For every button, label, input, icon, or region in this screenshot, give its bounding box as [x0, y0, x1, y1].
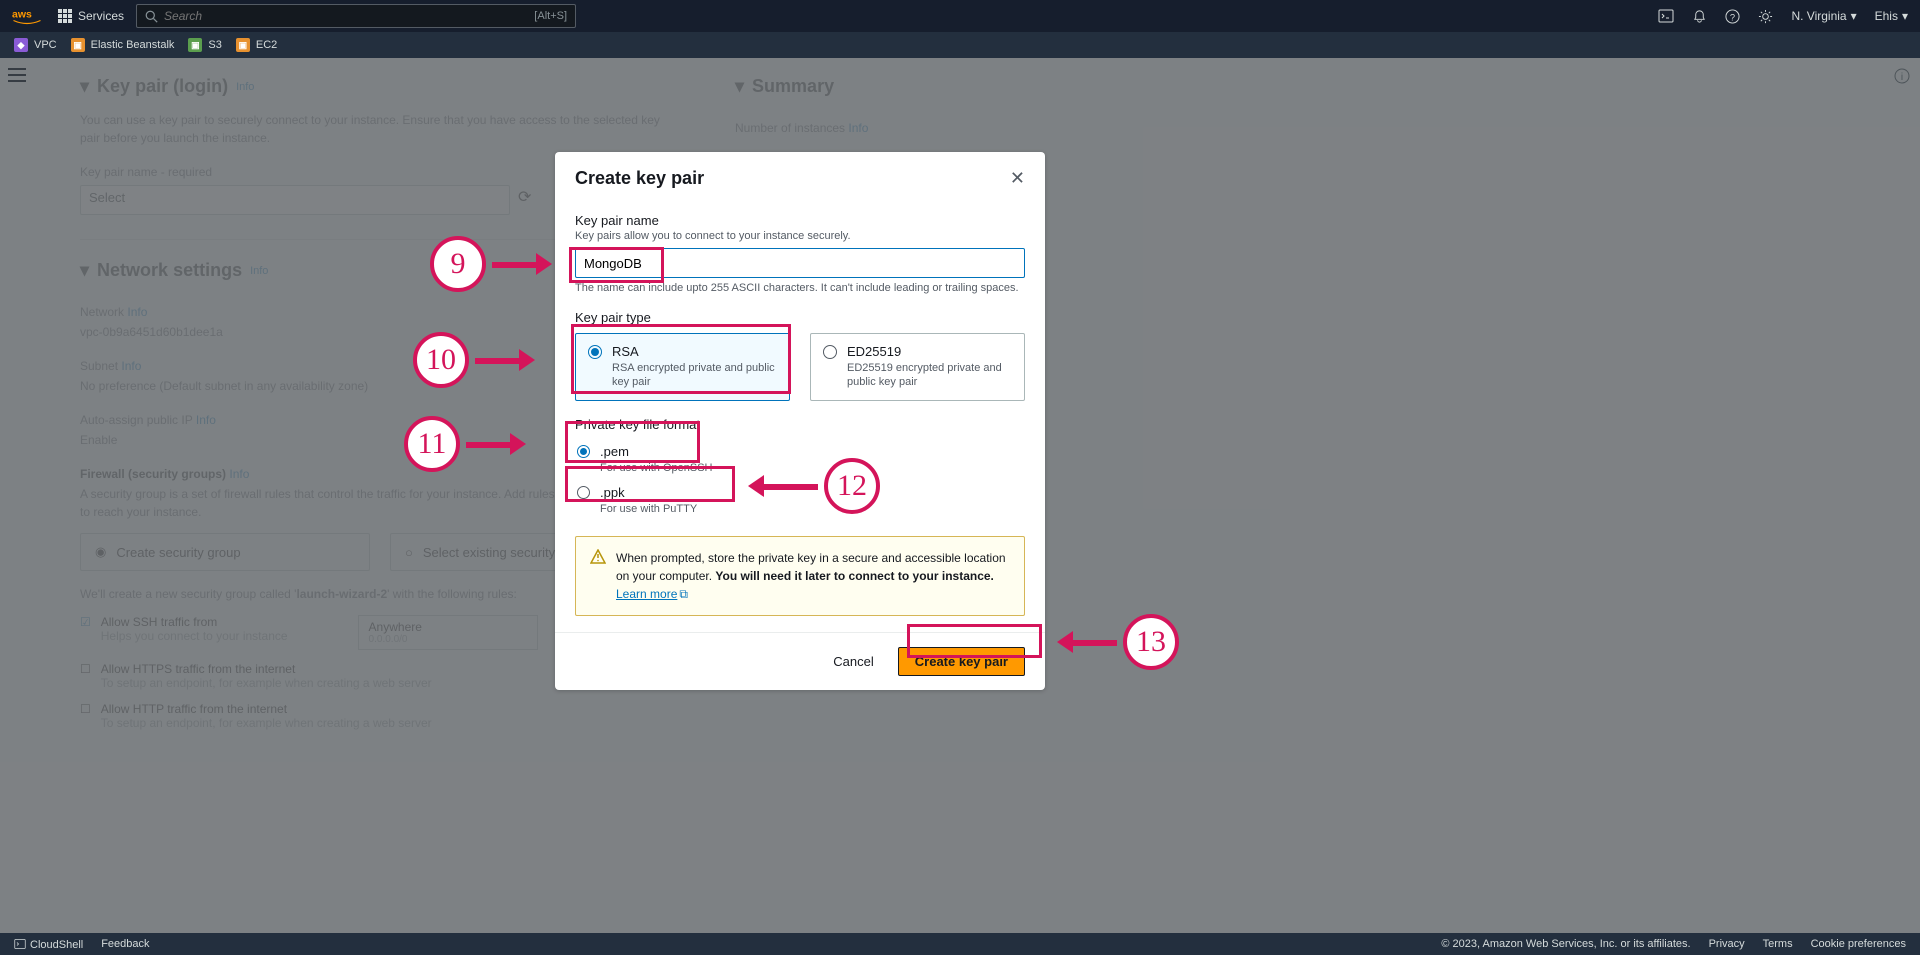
keypair-name-input[interactable] [575, 248, 1025, 278]
key-format-ppk[interactable]: .ppkFor use with PuTTY [575, 481, 1025, 522]
copyright: © 2023, Amazon Web Services, Inc. or its… [1441, 938, 1690, 950]
fav-ec2[interactable]: ▣EC2 [236, 38, 277, 52]
key-format-pem[interactable]: .pemFor use with OpenSSH [575, 440, 1025, 481]
fav-vpc[interactable]: ◆VPC [14, 38, 57, 52]
vpc-icon: ◆ [14, 38, 28, 52]
radio-icon [577, 486, 590, 499]
keypair-name-hint: The name can include upto 255 ASCII char… [575, 282, 1025, 294]
bell-icon[interactable] [1692, 9, 1707, 24]
search-icon [145, 10, 158, 23]
modal-title: Create key pair [575, 168, 704, 189]
search-hint: [Alt+S] [534, 10, 567, 22]
cancel-button[interactable]: Cancel [819, 647, 887, 676]
bottom-bar: CloudShell Feedback © 2023, Amazon Web S… [0, 933, 1920, 955]
create-keypair-modal: Create key pair ✕ Key pair name Key pair… [555, 152, 1045, 690]
cloudshell-link[interactable]: CloudShell [14, 938, 83, 951]
keypair-name-desc: Key pairs allow you to connect to your i… [575, 230, 1025, 242]
search-bar[interactable]: [Alt+S] [136, 4, 576, 28]
svg-text:?: ? [1730, 12, 1735, 22]
learn-more-link[interactable]: Learn more⧉ [616, 587, 688, 601]
services-label: Services [78, 9, 124, 23]
privacy-link[interactable]: Privacy [1709, 938, 1745, 950]
help-icon[interactable]: ? [1725, 9, 1740, 24]
search-input[interactable] [164, 9, 534, 23]
chevron-down-icon: ▾ [1902, 9, 1908, 23]
region-selector[interactable]: N. Virginia▾ [1791, 9, 1856, 23]
top-nav: aws Services [Alt+S] ? N. Virginia▾ Ehis… [0, 0, 1920, 32]
feedback-link[interactable]: Feedback [101, 938, 149, 950]
grid-icon [58, 9, 72, 23]
radio-icon [588, 345, 602, 359]
chevron-down-icon: ▾ [1851, 9, 1857, 23]
favorites-bar: ◆VPC ▣Elastic Beanstalk ▣S3 ▣EC2 [0, 32, 1920, 58]
radio-icon [823, 345, 837, 359]
keypair-type-ed25519[interactable]: ED25519ED25519 encrypted private and pub… [810, 333, 1025, 401]
beanstalk-icon: ▣ [71, 38, 85, 52]
cookies-link[interactable]: Cookie preferences [1811, 938, 1906, 950]
keypair-type-label: Key pair type [575, 310, 1025, 325]
keypair-name-label: Key pair name [575, 213, 1025, 228]
warning-box: When prompted, store the private key in … [575, 536, 1025, 616]
aws-logo[interactable]: aws [12, 7, 42, 25]
cloudshell-icon[interactable] [1658, 8, 1674, 24]
warning-icon [590, 549, 606, 565]
cloudshell-icon [14, 938, 26, 950]
terms-link[interactable]: Terms [1763, 938, 1793, 950]
s3-icon: ▣ [188, 38, 202, 52]
create-keypair-button[interactable]: Create key pair [898, 647, 1025, 676]
services-menu[interactable]: Services [58, 9, 124, 23]
fav-beanstalk[interactable]: ▣Elastic Beanstalk [71, 38, 175, 52]
user-menu[interactable]: Ehis▾ [1875, 9, 1908, 23]
radio-icon [577, 445, 590, 458]
keypair-type-rsa[interactable]: RSARSA encrypted private and public key … [575, 333, 790, 401]
ec2-icon: ▣ [236, 38, 250, 52]
svg-text:aws: aws [12, 9, 32, 21]
key-format-label: Private key file format [575, 417, 1025, 432]
gear-icon[interactable] [1758, 9, 1773, 24]
external-link-icon: ⧉ [679, 585, 688, 603]
close-icon[interactable]: ✕ [1010, 168, 1025, 189]
fav-s3[interactable]: ▣S3 [188, 38, 221, 52]
